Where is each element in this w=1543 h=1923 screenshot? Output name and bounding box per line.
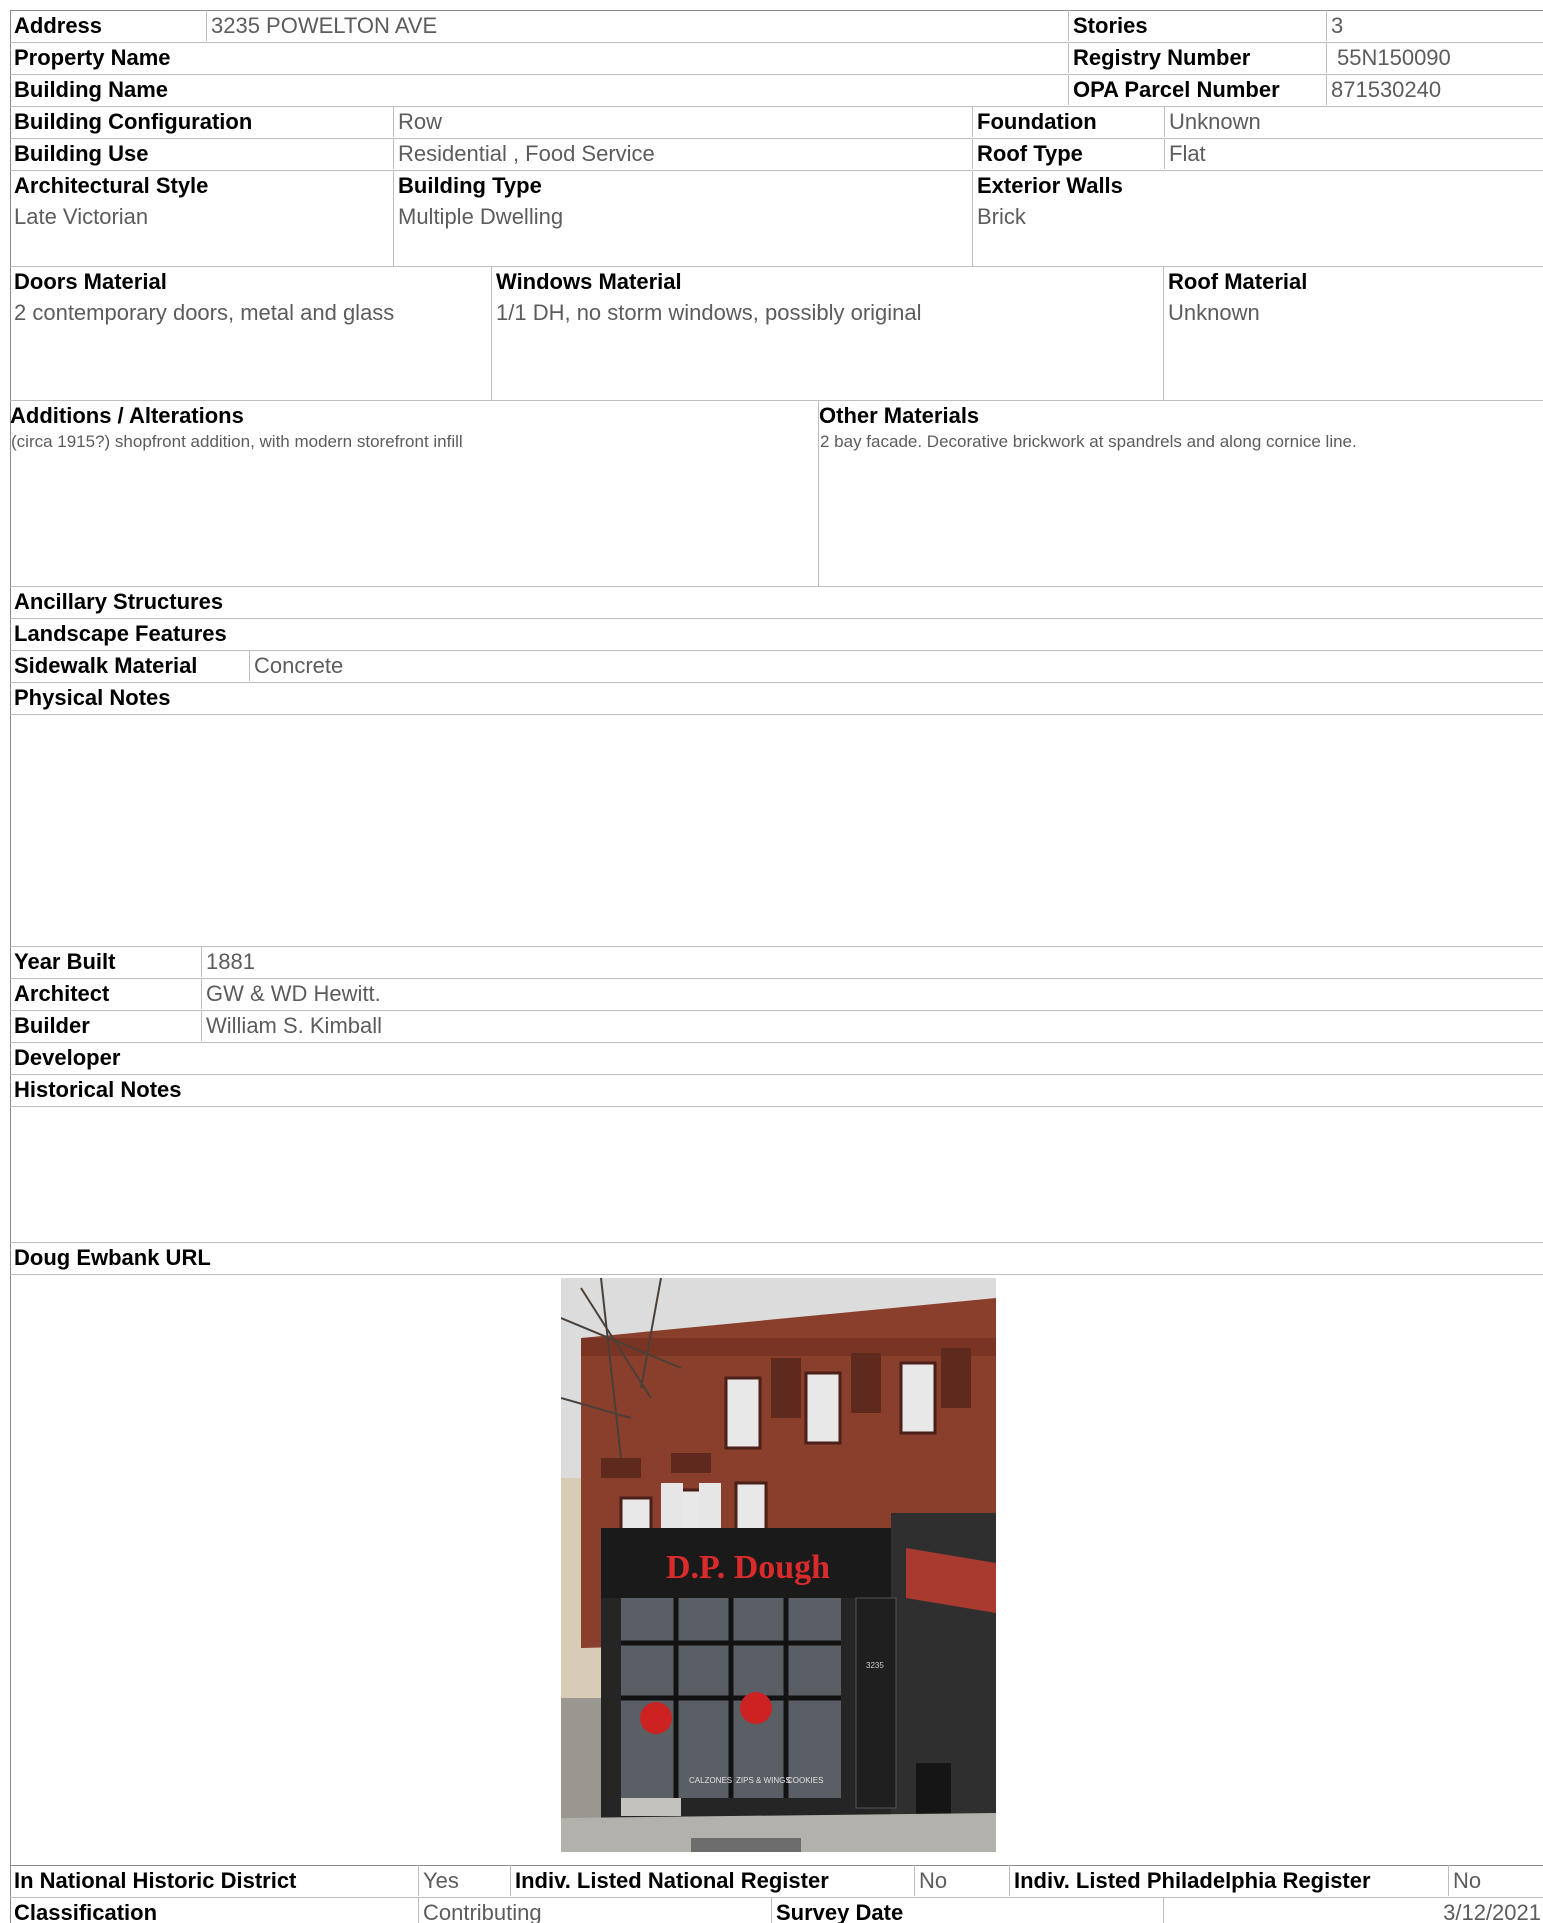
historic-district-value: Yes — [418, 1865, 510, 1896]
roof-material-value: Unknown — [1168, 300, 1260, 325]
foundation-label: Foundation — [972, 106, 1164, 137]
doors-material-label: Doors Material — [14, 269, 167, 294]
type-cell: Building Type Multiple Dwelling — [393, 170, 972, 266]
ancillary-structures-label: Ancillary Structures — [14, 589, 224, 614]
phila-register-label: Indiv. Listed Philadelphia Register — [1009, 1865, 1448, 1896]
building-photo: D.P. Dough CALZONES ZIPS & WINGS COOKIES — [561, 1278, 996, 1852]
building-use-value: Residential , Food Service — [393, 138, 972, 169]
survey-date-value: 3/12/2021 — [1163, 1897, 1543, 1923]
configuration-row: Building Configuration Row Foundation Un… — [10, 106, 1543, 138]
stories-value: 3 — [1326, 10, 1543, 41]
building-type-label: Building Type — [398, 173, 542, 198]
roof-type-label: Roof Type — [972, 138, 1164, 169]
developer-row: Developer — [10, 1042, 1543, 1074]
building-use-label: Building Use — [14, 141, 149, 166]
historical-notes-row: Historical Notes — [10, 1074, 1543, 1242]
classification-row: Classification Contributing Survey Date … — [10, 1897, 1543, 1923]
builder-value: William S. Kimball — [201, 1010, 1543, 1041]
other-materials-cell: Other Materials 2 bay facade. Decorative… — [818, 400, 1543, 586]
windows-material-label: Windows Material — [496, 269, 682, 294]
configuration-value: Row — [393, 106, 972, 137]
additions-value: (circa 1915?) shopfront addition, with m… — [11, 432, 463, 451]
registry-number-label: Registry Number — [1068, 42, 1326, 73]
window-label: COOKIES — [787, 1776, 823, 1785]
walls-cell: Exterior Walls Brick — [972, 170, 1543, 266]
doors-cell: Doors Material 2 contemporary doors, met… — [10, 266, 491, 400]
additions-cell: Additions / Alterations (circa 1915?) sh… — [10, 400, 818, 586]
stories-label: Stories — [1068, 10, 1326, 41]
builder-row: Builder William S. Kimball — [10, 1010, 1543, 1042]
sidewalk-row: Sidewalk Material Concrete — [10, 650, 1543, 682]
roof-material-cell: Roof Material Unknown — [1163, 266, 1543, 400]
window-label: CALZONES — [689, 1776, 732, 1785]
register-row: In National Historic District Yes Indiv.… — [10, 1865, 1543, 1897]
address-value: 3235 POWELTON AVE — [206, 10, 1068, 41]
architectural-style-value: Late Victorian — [14, 204, 149, 229]
classification-label: Classification — [14, 1900, 158, 1923]
registry-number-value: 55N150090 — [1326, 42, 1543, 73]
foundation-value: Unknown — [1164, 106, 1543, 137]
opa-parcel-label: OPA Parcel Number — [1068, 74, 1326, 105]
roof-material-label: Roof Material — [1168, 269, 1308, 294]
survey-date-label: Survey Date — [771, 1897, 1163, 1923]
architect-label: Architect — [14, 981, 110, 1006]
other-materials-label: Other Materials — [819, 403, 980, 428]
builder-label: Builder — [14, 1013, 90, 1038]
building-name-row: Building Name OPA Parcel Number 87153024… — [10, 74, 1543, 106]
address-row: Address 3235 POWELTON AVE Stories 3 — [10, 10, 1543, 42]
ewbank-url-label: Doug Ewbank URL — [14, 1245, 211, 1270]
developer-label: Developer — [14, 1045, 121, 1070]
year-built-row: Year Built 1881 — [10, 946, 1543, 978]
sidewalk-material-label: Sidewalk Material — [14, 653, 198, 678]
divider — [10, 1274, 1543, 1275]
divider — [10, 1106, 1543, 1107]
national-register-value: No — [914, 1865, 1009, 1896]
exterior-walls-label: Exterior Walls — [977, 173, 1123, 198]
physical-notes-label: Physical Notes — [14, 685, 171, 710]
configuration-label: Building Configuration — [14, 109, 253, 134]
alterations-row: Additions / Alterations (circa 1915?) sh… — [10, 400, 1543, 586]
style-cell: Architectural Style Late Victorian — [10, 170, 393, 266]
ewbank-row: Doug Ewbank URL — [10, 1242, 1543, 1274]
architect-value: GW & WD Hewitt. — [201, 978, 1543, 1009]
year-built-label: Year Built — [14, 949, 116, 974]
building-name-label: Building Name — [14, 77, 169, 102]
classification-value: Contributing — [418, 1897, 771, 1923]
survey-form: Address 3235 POWELTON AVE Stories 3 Prop… — [10, 10, 1543, 1923]
physical-notes-row: Physical Notes — [10, 682, 1543, 946]
historical-notes-label: Historical Notes — [14, 1077, 182, 1102]
door-number: 3235 — [866, 1661, 884, 1670]
architectural-style-label: Architectural Style — [14, 173, 209, 198]
storefront-sign-text: D.P. Dough — [666, 1549, 830, 1586]
phila-register-value: No — [1448, 1865, 1543, 1896]
other-materials-value: 2 bay facade. Decorative brickwork at sp… — [820, 432, 1357, 451]
windows-cell: Windows Material 1/1 DH, no storm window… — [491, 266, 1163, 400]
use-row: Building Use Residential , Food Service … — [10, 138, 1543, 170]
architect-row: Architect GW & WD Hewitt. — [10, 978, 1543, 1010]
roof-type-value: Flat — [1164, 138, 1543, 169]
historic-district-label: In National Historic District — [14, 1868, 297, 1893]
year-built-value: 1881 — [201, 946, 1543, 977]
property-name-label: Property Name — [14, 45, 171, 70]
property-name-row: Property Name Registry Number 55N150090 — [10, 42, 1543, 74]
national-register-label: Indiv. Listed National Register — [510, 1865, 914, 1896]
materials-row: Doors Material 2 contemporary doors, met… — [10, 266, 1543, 400]
address-label: Address — [14, 13, 103, 38]
landscape-row: Landscape Features — [10, 618, 1543, 650]
divider — [10, 714, 1543, 715]
landscape-features-label: Landscape Features — [14, 621, 227, 646]
doors-material-value: 2 contemporary doors, metal and glass — [14, 300, 395, 325]
window-label: ZIPS & WINGS — [736, 1776, 791, 1785]
style-row: Architectural Style Late Victorian Build… — [10, 170, 1543, 266]
windows-material-value: 1/1 DH, no storm windows, possibly origi… — [496, 300, 922, 325]
additions-label: Additions / Alterations — [10, 403, 244, 428]
building-type-value: Multiple Dwelling — [398, 204, 564, 229]
exterior-walls-value: Brick — [977, 204, 1026, 229]
ancillary-row: Ancillary Structures — [10, 586, 1543, 618]
opa-parcel-value: 871530240 — [1326, 74, 1543, 105]
sidewalk-material-value: Concrete — [249, 650, 1543, 681]
